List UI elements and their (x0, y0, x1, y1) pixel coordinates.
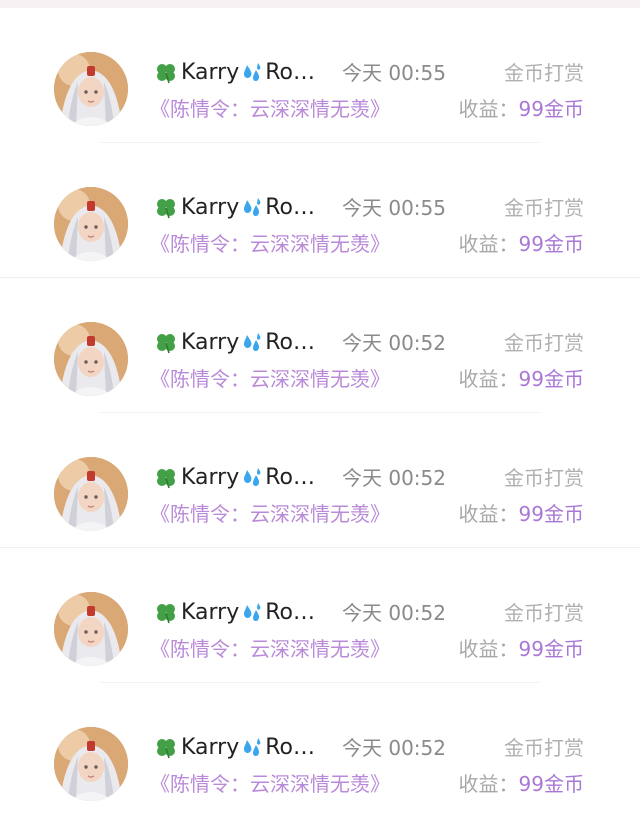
list-item[interactable]: Karry Ro… 今天 00:55 金币打赏 《陈情令：云深深情无羡》 收益：… (0, 8, 640, 143)
avatar[interactable] (54, 457, 128, 531)
four-leaf-clover-icon (154, 196, 178, 220)
income: 收益：99金币 (459, 497, 584, 531)
four-leaf-clover-icon (154, 736, 178, 760)
timestamp: 今天 00:52 (342, 736, 446, 760)
reward-type-label: 金币打赏 (504, 196, 584, 220)
four-leaf-clover-icon (154, 466, 178, 490)
income-label: 收益： (458, 772, 519, 796)
user-name-prefix: Karry (181, 330, 240, 355)
list-item[interactable]: Karry Ro… 今天 00:52 金币打赏 《陈情令：云深深情无羡》 收益：… (0, 548, 640, 683)
work-title-link[interactable]: 《陈情令：云深深情无羡》 (150, 227, 390, 261)
income-value: 99金币 (518, 637, 584, 661)
four-leaf-clover-icon (154, 331, 178, 355)
work-title-link[interactable]: 《陈情令：云深深情无羡》 (150, 767, 390, 801)
avatar[interactable] (54, 592, 128, 666)
list-item[interactable]: Karry Ro… 今天 00:52 金币打赏 《陈情令：云深深情无羡》 收益：… (0, 683, 640, 818)
user-name-suffix: Ro… (265, 735, 316, 760)
list-item[interactable]: Karry Ro… 今天 00:55 金币打赏 《陈情令：云深深情无羡》 收益：… (0, 143, 640, 278)
avatar-portrait-icon (54, 322, 128, 396)
income-value: 99金币 (518, 367, 584, 391)
user-name[interactable]: Karry Ro… (154, 190, 324, 226)
timestamp: 今天 00:52 (342, 331, 446, 355)
timestamp: 今天 00:55 (342, 61, 446, 85)
income-label: 收益： (458, 97, 519, 121)
avatar[interactable] (54, 322, 128, 396)
income-label: 收益： (458, 232, 519, 256)
income: 收益：99金币 (459, 227, 584, 261)
reward-type-label: 金币打赏 (504, 61, 584, 85)
income: 收益：99金币 (459, 767, 584, 801)
income-label: 收益： (458, 637, 519, 661)
user-name[interactable]: Karry Ro… (154, 325, 324, 361)
user-name-suffix: Ro… (265, 600, 316, 625)
sweat-droplets-icon (241, 466, 263, 490)
list-item[interactable]: Karry Ro… 今天 00:52 金币打赏 《陈情令：云深深情无羡》 收益：… (0, 413, 640, 548)
user-name-suffix: Ro… (265, 195, 316, 220)
avatar-portrait-icon (54, 457, 128, 531)
reward-type-label: 金币打赏 (504, 331, 584, 355)
income: 收益：99金币 (459, 92, 584, 126)
work-title-link[interactable]: 《陈情令：云深深情无羡》 (150, 92, 390, 126)
user-name[interactable]: Karry Ro… (154, 595, 324, 631)
sweat-droplets-icon (241, 196, 263, 220)
avatar-portrait-icon (54, 727, 128, 801)
sweat-droplets-icon (241, 331, 263, 355)
avatar[interactable] (54, 52, 128, 126)
income-label: 收益： (458, 367, 519, 391)
timestamp: 今天 00:55 (342, 196, 446, 220)
user-name-prefix: Karry (181, 465, 240, 490)
income: 收益：99金币 (459, 362, 584, 396)
user-name-prefix: Karry (181, 600, 240, 625)
four-leaf-clover-icon (154, 61, 178, 85)
user-name[interactable]: Karry Ro… (154, 55, 324, 91)
sweat-droplets-icon (241, 61, 263, 85)
user-name-suffix: Ro… (265, 60, 316, 85)
user-name-prefix: Karry (181, 195, 240, 220)
user-name-suffix: Ro… (265, 330, 316, 355)
avatar-portrait-icon (54, 187, 128, 261)
income-label: 收益： (458, 502, 519, 526)
reward-type-label: 金币打赏 (504, 601, 584, 625)
top-strip (0, 0, 640, 8)
income-value: 99金币 (518, 97, 584, 121)
reward-type-label: 金币打赏 (504, 736, 584, 760)
avatar-portrait-icon (54, 52, 128, 126)
user-name-prefix: Karry (181, 60, 240, 85)
user-name[interactable]: Karry Ro… (154, 730, 324, 766)
user-name-suffix: Ro… (265, 465, 316, 490)
list-item[interactable]: Karry Ro… 今天 00:52 金币打赏 《陈情令：云深深情无羡》 收益：… (0, 278, 640, 413)
user-name[interactable]: Karry Ro… (154, 460, 324, 496)
income: 收益：99金币 (459, 632, 584, 666)
avatar[interactable] (54, 727, 128, 801)
avatar-portrait-icon (54, 592, 128, 666)
timestamp: 今天 00:52 (342, 466, 446, 490)
work-title-link[interactable]: 《陈情令：云深深情无羡》 (150, 632, 390, 666)
avatar[interactable] (54, 187, 128, 261)
work-title-link[interactable]: 《陈情令：云深深情无羡》 (150, 362, 390, 396)
user-name-prefix: Karry (181, 735, 240, 760)
income-value: 99金币 (518, 502, 584, 526)
reward-list: Karry Ro… 今天 00:55 金币打赏 《陈情令：云深深情无羡》 收益：… (0, 8, 640, 818)
sweat-droplets-icon (241, 736, 263, 760)
income-value: 99金币 (518, 772, 584, 796)
timestamp: 今天 00:52 (342, 601, 446, 625)
sweat-droplets-icon (241, 601, 263, 625)
income-value: 99金币 (518, 232, 584, 256)
reward-type-label: 金币打赏 (504, 466, 584, 490)
work-title-link[interactable]: 《陈情令：云深深情无羡》 (150, 497, 390, 531)
four-leaf-clover-icon (154, 601, 178, 625)
